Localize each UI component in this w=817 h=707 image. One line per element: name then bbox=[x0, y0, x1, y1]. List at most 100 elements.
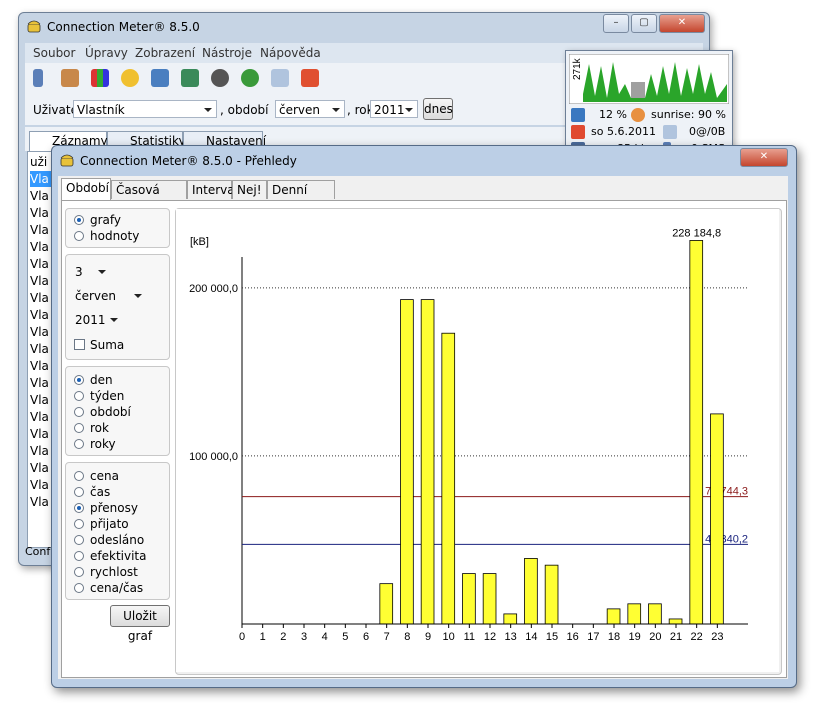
chevron-down-icon bbox=[98, 270, 106, 274]
bar bbox=[648, 603, 662, 625]
x-tick-label: 15 bbox=[546, 631, 558, 643]
user-select[interactable]: Vlastník bbox=[73, 100, 217, 118]
chevron-down-icon bbox=[134, 294, 142, 298]
x-tick-label: 19 bbox=[629, 631, 641, 643]
save-chart-button[interactable]: Uložit graf bbox=[110, 605, 170, 643]
x-tick-label: 4 bbox=[322, 631, 328, 643]
radio-prijato[interactable]: přijato bbox=[74, 517, 129, 532]
graph-scale-label: 271k bbox=[572, 57, 583, 80]
x-tick-label: 23 bbox=[711, 631, 723, 643]
radio-obdobi[interactable]: období bbox=[74, 405, 131, 420]
year-select[interactable]: 2011 bbox=[370, 100, 418, 118]
bar bbox=[482, 573, 497, 625]
radio-cas[interactable]: čas bbox=[74, 485, 110, 500]
radio-roky[interactable]: roky bbox=[74, 437, 116, 452]
radio-prenosy[interactable]: přenosy bbox=[74, 501, 138, 516]
month-select[interactable]: červen bbox=[72, 287, 146, 305]
radio-hodnoty[interactable]: hodnoty bbox=[74, 229, 139, 244]
radio-odeslano[interactable]: odesláno bbox=[74, 533, 144, 548]
mini-row-cpu: 12 % sunrise: 90 % bbox=[569, 106, 727, 123]
mail-value: 0@/0B bbox=[689, 125, 726, 138]
today-button[interactable]: dnes bbox=[423, 98, 453, 120]
radio-cena-cas[interactable]: cena/čas bbox=[74, 581, 143, 596]
overview-titlebar: Connection Meter® 8.5.0 - Přehledy ✕ bbox=[52, 146, 796, 174]
x-tick-label: 14 bbox=[525, 631, 537, 643]
minimize-button[interactable]: – bbox=[603, 14, 629, 33]
x-tick-label: 7 bbox=[384, 631, 390, 643]
x-tick-label: 17 bbox=[587, 631, 599, 643]
clock-icon[interactable] bbox=[121, 69, 139, 87]
import-icon[interactable] bbox=[181, 69, 199, 87]
date-value: so 5.6.2011 bbox=[591, 125, 656, 138]
radio-den[interactable]: den bbox=[74, 373, 113, 388]
x-tick-label: 8 bbox=[404, 631, 410, 643]
safe-icon[interactable] bbox=[61, 69, 79, 87]
user-select-value: Vlastník bbox=[77, 103, 125, 117]
chevron-down-icon bbox=[110, 318, 118, 322]
radio-tyden[interactable]: týden bbox=[74, 389, 124, 404]
monitor-icon bbox=[571, 108, 585, 122]
bar bbox=[710, 413, 724, 625]
bar bbox=[441, 332, 456, 625]
metric-group: cena čas přenosy přijato odesláno efekti… bbox=[65, 462, 170, 600]
bar bbox=[689, 240, 704, 625]
x-tick-label: 6 bbox=[363, 631, 369, 643]
x-tick-label: 11 bbox=[464, 631, 475, 643]
period-select[interactable]: červen bbox=[275, 100, 345, 118]
menu-upravy[interactable]: Úpravy bbox=[85, 46, 128, 60]
radio-efektivita[interactable]: efektivita bbox=[74, 549, 146, 564]
bar-chart-icon[interactable] bbox=[91, 69, 109, 87]
menu-zobrazeni[interactable]: Zobrazení bbox=[135, 46, 195, 60]
tab-nej[interactable]: Nej! bbox=[232, 180, 267, 199]
menu-nastroje[interactable]: Nástroje bbox=[202, 46, 252, 60]
x-tick-label: 20 bbox=[649, 631, 661, 643]
calendar-icon[interactable] bbox=[301, 69, 319, 87]
x-tick-label: 10 bbox=[443, 631, 455, 643]
radio-grafy[interactable]: grafy bbox=[74, 213, 121, 228]
tab-casova-mapa[interactable]: Časová mapa bbox=[111, 180, 187, 215]
overview-close-button[interactable]: ✕ bbox=[740, 148, 788, 167]
mail-icon[interactable] bbox=[271, 69, 289, 87]
menu-soubor[interactable]: Soubor bbox=[33, 46, 75, 60]
maximize-button[interactable]: ▢ bbox=[631, 14, 657, 33]
period-label: , období bbox=[220, 103, 269, 117]
radio-rychlost[interactable]: rychlost bbox=[74, 565, 138, 580]
chart-frame: [kB] 200 000,0 100 000,0 75 744,3 47 340,2 0 1… bbox=[175, 208, 782, 675]
radio-cena[interactable]: cena bbox=[74, 469, 119, 484]
y-tick-label: 100 000,0 bbox=[189, 451, 238, 463]
mini-row-date: so 5.6.2011 0@/0B bbox=[569, 123, 727, 140]
globe-icon[interactable] bbox=[241, 69, 259, 87]
main-window-title: Connection Meter® 8.5.0 bbox=[47, 20, 200, 34]
radio-rok[interactable]: rok bbox=[74, 421, 109, 436]
cpu-value: 12 % bbox=[599, 108, 627, 121]
bar bbox=[400, 299, 414, 625]
x-tick-label: 22 bbox=[691, 631, 703, 643]
day-select[interactable]: 3 bbox=[72, 263, 110, 281]
granularity-group: den týden období rok roky bbox=[65, 366, 170, 456]
main-titlebar: Connection Meter® 8.5.0 – ▢ ✕ bbox=[19, 13, 709, 41]
phone-device-icon[interactable] bbox=[33, 69, 43, 87]
bar bbox=[544, 564, 559, 625]
menu-napoveda[interactable]: Nápověda bbox=[260, 46, 321, 60]
bar bbox=[379, 583, 394, 625]
wifi-icon bbox=[631, 108, 645, 122]
tab-denni-toky[interactable]: Denní toky bbox=[267, 180, 335, 215]
chevron-down-icon bbox=[405, 108, 413, 112]
export-icon[interactable] bbox=[151, 69, 169, 87]
tab-obdobi[interactable]: Období bbox=[61, 178, 111, 200]
tab-interval[interactable]: Interval bbox=[187, 180, 238, 199]
period-select-value: červen bbox=[279, 103, 321, 117]
sum-checkbox[interactable]: Suma bbox=[74, 338, 124, 353]
x-tick-label: 18 bbox=[608, 631, 620, 643]
year-select-front[interactable]: 2011 bbox=[72, 311, 122, 329]
chevron-down-icon bbox=[204, 108, 212, 112]
bar bbox=[462, 573, 476, 625]
year-select-value: 2011 bbox=[374, 103, 405, 117]
gauge-icon[interactable] bbox=[211, 69, 229, 87]
bar bbox=[420, 299, 435, 625]
close-button[interactable]: ✕ bbox=[659, 14, 705, 33]
phone-icon bbox=[27, 20, 41, 33]
bar bbox=[524, 558, 538, 625]
peak-value-label: 228 184,8 bbox=[672, 227, 721, 239]
y-tick-label: 200 000,0 bbox=[189, 283, 238, 295]
